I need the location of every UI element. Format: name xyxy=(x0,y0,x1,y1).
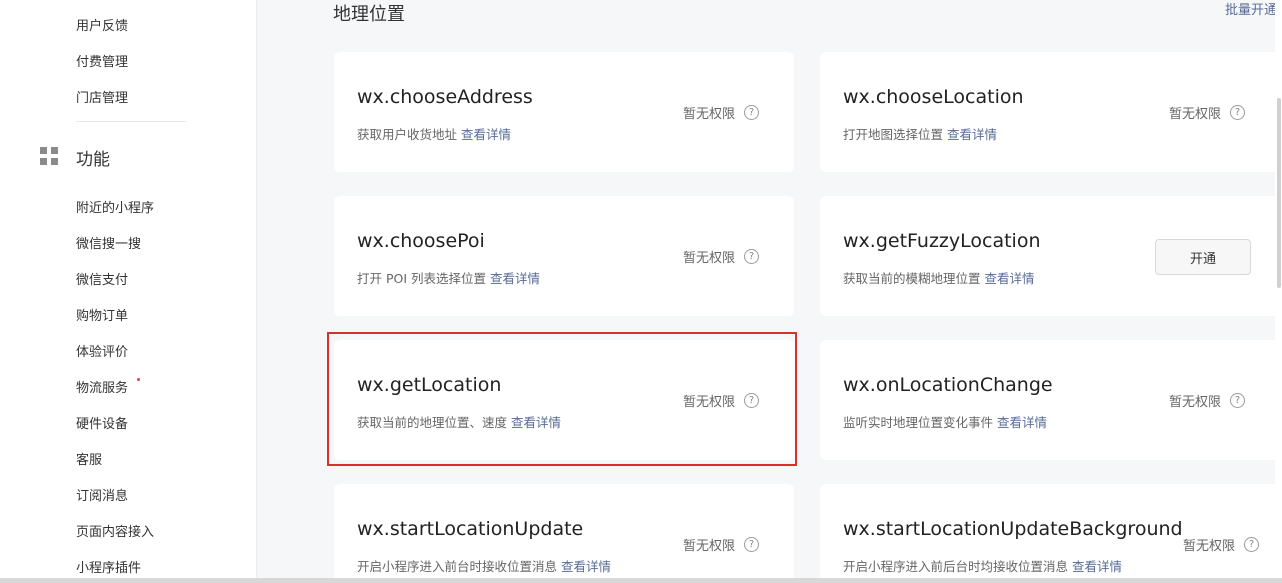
permission-status: 暂无权限? xyxy=(1183,535,1260,554)
permission-status: 暂无权限? xyxy=(683,391,760,410)
sidebar-item-subscription-messages[interactable]: 订阅消息 xyxy=(76,485,128,504)
api-desc-text: 打开 POI 列表选择位置 xyxy=(357,271,487,286)
sidebar-item-wechat-search[interactable]: 微信搜一搜 xyxy=(76,233,141,252)
api-name: wx.choosePoi xyxy=(357,230,485,252)
no-permission-label: 暂无权限 xyxy=(1183,539,1236,554)
help-icon[interactable]: ? xyxy=(744,105,760,120)
no-permission-label: 暂无权限 xyxy=(1169,395,1222,410)
vertical-scrollbar-track xyxy=(1275,0,1282,583)
api-card-start-location-update: wx.startLocationUpdate 开启小程序进入前台时接收位置消息查… xyxy=(334,484,794,583)
view-details-link[interactable]: 查看详情 xyxy=(997,415,1047,430)
no-permission-label: 暂无权限 xyxy=(683,251,736,266)
sidebar-section-title: 功能 xyxy=(76,150,110,170)
view-details-link[interactable]: 查看详情 xyxy=(461,127,511,142)
sidebar-item-page-content-access[interactable]: 页面内容接入 xyxy=(76,521,154,540)
view-details-link[interactable]: 查看详情 xyxy=(1072,559,1122,574)
api-description: 监听实时地理位置变化事件 查看详情 xyxy=(843,412,1047,431)
view-details-link[interactable]: 查看详情 xyxy=(490,271,540,286)
view-details-link[interactable]: 查看详情 xyxy=(985,271,1035,286)
api-card-get-fuzzy-location: wx.getFuzzyLocation 获取当前的模糊地理位置 查看详情 开通 xyxy=(820,196,1280,316)
api-description: 开启小程序进入前台时接收位置消息 查看详情 xyxy=(357,556,611,575)
grid-icon xyxy=(40,147,58,165)
api-desc-text: 监听实时地理位置变化事件 xyxy=(843,415,994,430)
api-card-choose-location: wx.chooseLocation 打开地图选择位置 查看详情 暂无权限? xyxy=(820,52,1280,172)
permission-status: 暂无权限? xyxy=(683,535,760,554)
api-card-choose-poi: wx.choosePoi 打开 POI 列表选择位置 查看详情 暂无权限? xyxy=(334,196,794,316)
vertical-scrollbar-thumb[interactable] xyxy=(1277,98,1281,288)
api-card-on-location-change: wx.onLocationChange 监听实时地理位置变化事件 查看详情 暂无权… xyxy=(820,340,1280,460)
api-name: wx.getLocation xyxy=(357,374,502,396)
sidebar-item-customer-service[interactable]: 客服 xyxy=(76,449,102,468)
sidebar: 用户反馈 付费管理 门店管理 功能 附近的小程序 微信搜一搜 微信支付 购物订单… xyxy=(0,0,257,583)
help-icon[interactable]: ? xyxy=(1230,393,1246,408)
api-name: wx.chooseAddress xyxy=(357,86,533,108)
sidebar-item-hardware-devices[interactable]: 硬件设备 xyxy=(76,413,128,432)
api-name: wx.onLocationChange xyxy=(843,374,1053,396)
help-icon[interactable]: ? xyxy=(1244,537,1260,552)
permission-status: 暂无权限? xyxy=(683,103,760,122)
sidebar-section-features[interactable]: 功能 xyxy=(40,144,110,170)
api-description: 获取当前的地理位置、速度 查看详情 xyxy=(357,412,561,431)
api-card-get-location: wx.getLocation 获取当前的地理位置、速度 查看详情 暂无权限? xyxy=(334,340,794,460)
sidebar-item-shopping-orders[interactable]: 购物订单 xyxy=(76,305,128,324)
api-card-start-location-update-background: wx.startLocationUpdateBackground 开启小程序进入… xyxy=(820,484,1280,583)
horizontal-scrollbar[interactable] xyxy=(0,578,1282,583)
permission-status: 暂无权限? xyxy=(1169,391,1246,410)
sidebar-item-logistics-service[interactable]: 物流服务 xyxy=(76,377,128,396)
api-desc-text: 打开地图选择位置 xyxy=(843,127,944,142)
api-description: 打开 POI 列表选择位置 查看详情 xyxy=(357,268,540,287)
help-icon[interactable]: ? xyxy=(744,537,760,552)
sidebar-item-experience-review[interactable]: 体验评价 xyxy=(76,341,128,360)
help-icon[interactable]: ? xyxy=(1230,105,1246,120)
sidebar-item-user-feedback[interactable]: 用户反馈 xyxy=(76,15,128,34)
api-name: wx.getFuzzyLocation xyxy=(843,230,1041,252)
api-description: 打开地图选择位置 查看详情 xyxy=(843,124,997,143)
sidebar-item-store-management[interactable]: 门店管理 xyxy=(76,87,128,106)
sidebar-item-miniprogram-plugins[interactable]: 小程序插件 xyxy=(76,557,141,576)
api-name: wx.startLocationUpdate xyxy=(357,518,584,540)
permission-status: 暂无权限? xyxy=(683,247,760,266)
sidebar-item-nearby-miniprogram[interactable]: 附近的小程序 xyxy=(76,197,154,216)
api-desc-text: 获取用户收货地址 xyxy=(357,127,458,142)
sidebar-item-payment-management[interactable]: 付费管理 xyxy=(76,51,128,70)
notification-dot xyxy=(137,378,140,381)
no-permission-label: 暂无权限 xyxy=(683,107,736,122)
no-permission-label: 暂无权限 xyxy=(683,539,736,554)
enable-button[interactable]: 开通 xyxy=(1155,239,1251,275)
help-icon[interactable]: ? xyxy=(744,249,760,264)
sidebar-divider xyxy=(76,121,186,122)
sidebar-item-wechat-pay[interactable]: 微信支付 xyxy=(76,269,128,288)
api-desc-text: 获取当前的模糊地理位置 xyxy=(843,271,981,286)
api-name: wx.startLocationUpdateBackground xyxy=(843,518,1183,540)
no-permission-label: 暂无权限 xyxy=(1169,107,1222,122)
view-details-link[interactable]: 查看详情 xyxy=(511,415,561,430)
api-desc-text: 开启小程序进入前后台时均接收位置消息 xyxy=(843,559,1069,574)
batch-enable-link[interactable]: 批量开通 xyxy=(1225,0,1277,18)
permission-status: 暂无权限? xyxy=(1169,103,1246,122)
api-description: 开启小程序进入前后台时均接收位置消息 查看详情 xyxy=(843,556,1122,575)
api-desc-text: 开启小程序进入前台时接收位置消息 xyxy=(357,559,558,574)
page-title: 地理位置 xyxy=(333,4,405,25)
view-details-link[interactable]: 查看详情 xyxy=(561,559,611,574)
view-details-link[interactable]: 查看详情 xyxy=(947,127,997,142)
api-description: 获取当前的模糊地理位置 查看详情 xyxy=(843,268,1035,287)
api-name: wx.chooseLocation xyxy=(843,86,1024,108)
help-icon[interactable]: ? xyxy=(744,393,760,408)
api-description: 获取用户收货地址 查看详情 xyxy=(357,124,511,143)
api-desc-text: 获取当前的地理位置、速度 xyxy=(357,415,508,430)
api-card-choose-address: wx.chooseAddress 获取用户收货地址 查看详情 暂无权限? xyxy=(334,52,794,172)
no-permission-label: 暂无权限 xyxy=(683,395,736,410)
